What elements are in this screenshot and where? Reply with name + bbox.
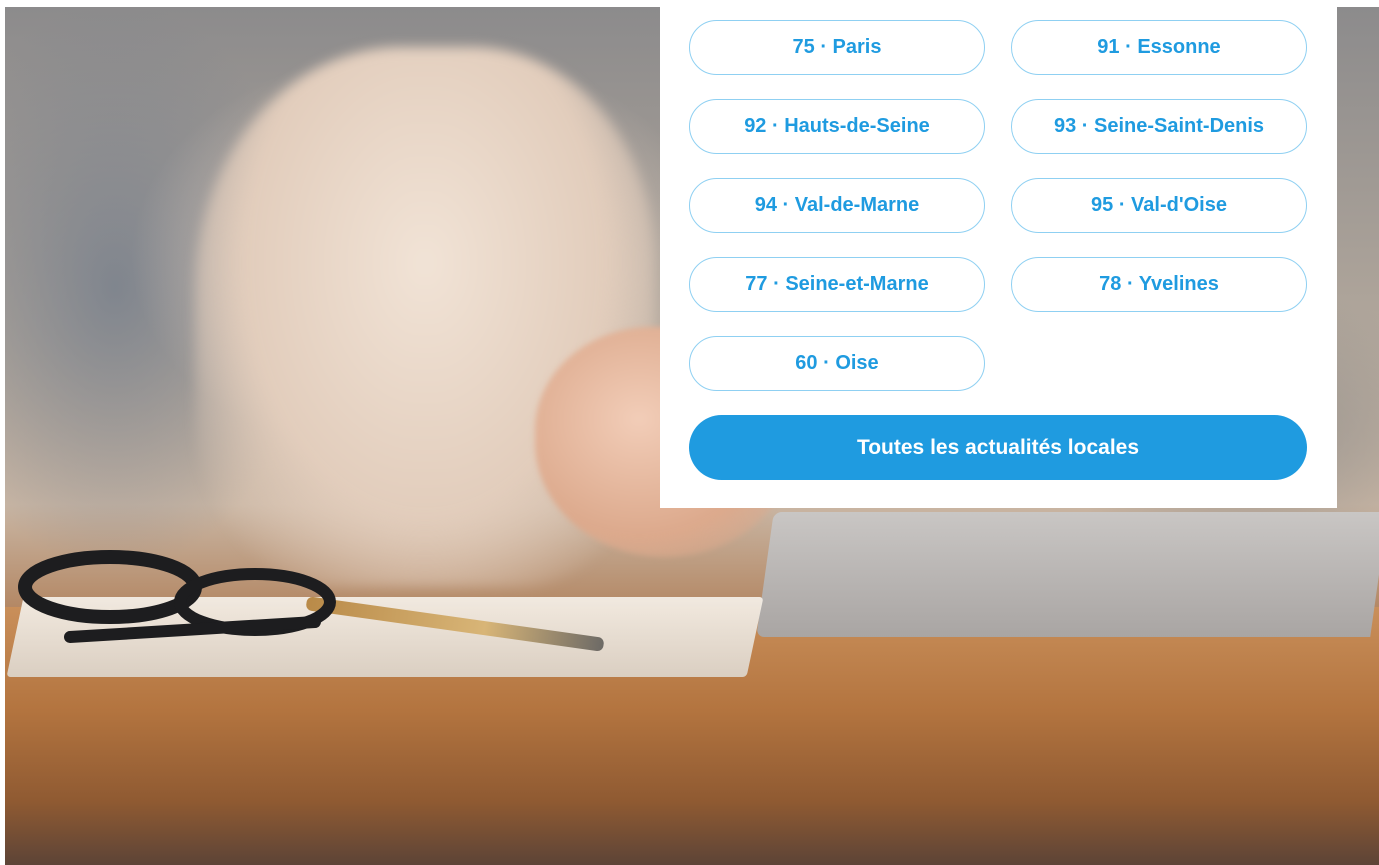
department-button-75[interactable]: 75 · Paris (689, 20, 985, 75)
department-button-60[interactable]: 60 · Oise (689, 336, 985, 391)
department-button-92[interactable]: 92 · Hauts-de-Seine (689, 99, 985, 154)
department-button-78[interactable]: 78 · Yvelines (1011, 257, 1307, 312)
department-button-77[interactable]: 77 · Seine-et-Marne (689, 257, 985, 312)
photo-laptop (756, 512, 1379, 637)
all-local-news-button[interactable]: Toutes les actualités locales (689, 415, 1307, 480)
department-button-93[interactable]: 93 · Seine-Saint-Denis (1011, 99, 1307, 154)
photo-glasses-icon (18, 550, 336, 643)
department-button-95[interactable]: 95 · Val-d'Oise (1011, 178, 1307, 233)
department-button-94[interactable]: 94 · Val-de-Marne (689, 178, 985, 233)
department-button-91[interactable]: 91 · Essonne (1011, 20, 1307, 75)
department-panel: 75 · Paris 91 · Essonne 92 · Hauts-de-Se… (660, 0, 1337, 508)
